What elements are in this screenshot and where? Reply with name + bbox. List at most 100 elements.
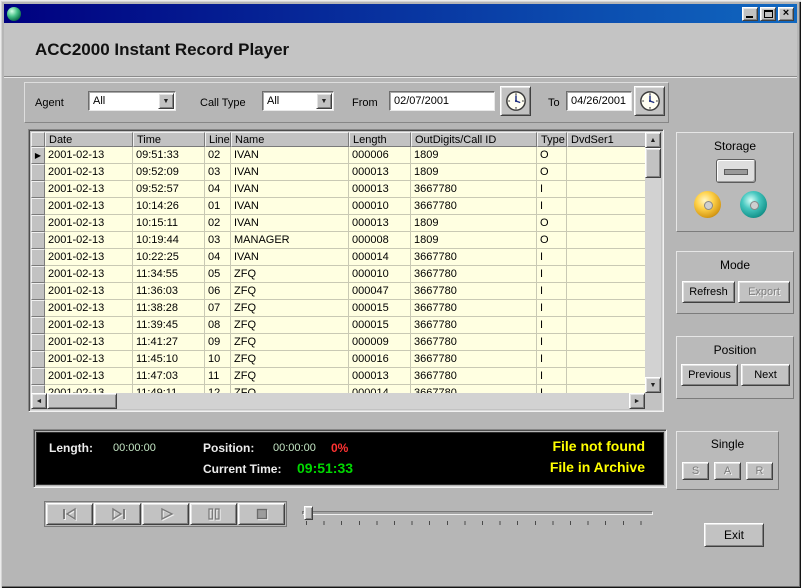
cell[interactable]: 09:52:09 xyxy=(133,164,205,181)
skip-end-button[interactable] xyxy=(94,503,141,525)
agent-select[interactable]: All ▼ xyxy=(88,91,176,111)
cell[interactable]: 05 xyxy=(205,266,231,283)
cell[interactable]: IVAN xyxy=(231,249,349,266)
cell[interactable] xyxy=(567,181,645,198)
cell[interactable] xyxy=(567,232,645,249)
stop-button[interactable] xyxy=(238,503,285,525)
cell[interactable]: 000010 xyxy=(349,266,411,283)
cell[interactable]: IVAN xyxy=(231,181,349,198)
table-row[interactable]: 2001-02-1311:49:1112ZFQ0000143667780I xyxy=(31,385,645,393)
minimize-button[interactable] xyxy=(742,7,758,21)
scroll-up-button[interactable]: ▲ xyxy=(645,132,661,148)
maximize-button[interactable] xyxy=(760,7,776,21)
row-selector[interactable] xyxy=(31,181,45,198)
pause-button[interactable] xyxy=(190,503,237,525)
cell[interactable] xyxy=(567,317,645,334)
cell[interactable]: 10 xyxy=(205,351,231,368)
cell[interactable]: 03 xyxy=(205,164,231,181)
table-row[interactable]: 2001-02-1311:36:0306ZFQ0000473667780I xyxy=(31,283,645,300)
cell[interactable]: 04 xyxy=(205,181,231,198)
scroll-right-button[interactable]: ► xyxy=(629,393,645,409)
column-header-time[interactable]: Time xyxy=(133,132,205,147)
cell[interactable]: 11:49:11 xyxy=(133,385,205,393)
cell[interactable]: O xyxy=(537,147,567,164)
call-type-dropdown-button[interactable]: ▼ xyxy=(316,93,332,109)
cell[interactable]: ZFQ xyxy=(231,368,349,385)
cell[interactable] xyxy=(567,147,645,164)
column-header-outdigits[interactable]: OutDigits/Call ID xyxy=(411,132,537,147)
cell[interactable]: 09:52:57 xyxy=(133,181,205,198)
cell[interactable]: 06 xyxy=(205,283,231,300)
cell[interactable]: I xyxy=(537,334,567,351)
cell[interactable]: 04 xyxy=(205,249,231,266)
cell[interactable]: 2001-02-13 xyxy=(45,317,133,334)
cell[interactable]: I xyxy=(537,385,567,393)
column-header-type[interactable]: Type xyxy=(537,132,567,147)
table-row[interactable]: 2001-02-1310:15:1102IVAN0000131809O xyxy=(31,215,645,232)
table-row[interactable]: 2001-02-1311:47:0311ZFQ0000133667780I xyxy=(31,368,645,385)
cell[interactable]: 2001-02-13 xyxy=(45,147,133,164)
cell[interactable]: I xyxy=(537,283,567,300)
cell[interactable]: 03 xyxy=(205,232,231,249)
cell[interactable]: 02 xyxy=(205,147,231,164)
cell[interactable]: 000014 xyxy=(349,249,411,266)
cd-disc-icon[interactable] xyxy=(694,191,721,218)
cell[interactable]: ZFQ xyxy=(231,283,349,300)
cell[interactable]: 2001-02-13 xyxy=(45,283,133,300)
cell[interactable]: 000008 xyxy=(349,232,411,249)
vertical-scrollbar[interactable]: ▲ ▼ xyxy=(645,132,661,393)
horizontal-scrollbar-thumb[interactable] xyxy=(47,393,117,409)
cell[interactable]: O xyxy=(537,164,567,181)
cell[interactable]: 000047 xyxy=(349,283,411,300)
cell[interactable]: 10:14:26 xyxy=(133,198,205,215)
column-header-date[interactable]: Date xyxy=(45,132,133,147)
cell[interactable]: ZFQ xyxy=(231,266,349,283)
from-calendar-button[interactable] xyxy=(500,86,531,116)
cell[interactable]: 1809 xyxy=(411,215,537,232)
cell[interactable]: I xyxy=(537,198,567,215)
horizontal-scrollbar[interactable]: ◄ ► xyxy=(31,393,645,409)
cell[interactable]: 1809 xyxy=(411,164,537,181)
cell[interactable]: 2001-02-13 xyxy=(45,232,133,249)
cell[interactable]: 3667780 xyxy=(411,351,537,368)
scroll-left-button[interactable]: ◄ xyxy=(31,393,47,409)
cell[interactable]: 09:51:33 xyxy=(133,147,205,164)
column-header-name[interactable]: Name xyxy=(231,132,349,147)
cell[interactable]: 3667780 xyxy=(411,385,537,393)
row-selector[interactable] xyxy=(31,164,45,181)
cell[interactable]: 11 xyxy=(205,368,231,385)
row-selector[interactable] xyxy=(31,385,45,393)
cell[interactable]: 11:47:03 xyxy=(133,368,205,385)
cell[interactable]: 3667780 xyxy=(411,368,537,385)
agent-dropdown-button[interactable]: ▼ xyxy=(158,93,174,109)
cell[interactable]: 11:39:45 xyxy=(133,317,205,334)
cell[interactable]: 3667780 xyxy=(411,283,537,300)
cell[interactable]: 000016 xyxy=(349,351,411,368)
grid-viewport[interactable]: Date Time Line Name Length OutDigits/Cal… xyxy=(31,132,645,393)
cell[interactable]: 09 xyxy=(205,334,231,351)
cell[interactable]: 3667780 xyxy=(411,334,537,351)
seek-slider[interactable] xyxy=(297,502,658,526)
cell[interactable]: 07 xyxy=(205,300,231,317)
cell[interactable]: 11:36:03 xyxy=(133,283,205,300)
cell[interactable]: 2001-02-13 xyxy=(45,181,133,198)
row-selector[interactable] xyxy=(31,334,45,351)
cell[interactable]: 08 xyxy=(205,317,231,334)
cell[interactable]: 2001-02-13 xyxy=(45,266,133,283)
row-selector[interactable] xyxy=(31,215,45,232)
cell[interactable]: 3667780 xyxy=(411,300,537,317)
refresh-button[interactable]: Refresh xyxy=(682,281,735,303)
table-row[interactable]: 2001-02-1311:38:2807ZFQ0000153667780I xyxy=(31,300,645,317)
column-header-dvdser1[interactable]: DvdSer1 xyxy=(567,132,645,147)
slider-track[interactable] xyxy=(302,511,653,515)
from-date-field[interactable]: 02/07/2001 xyxy=(389,91,495,111)
cell[interactable]: O xyxy=(537,215,567,232)
cell[interactable]: 2001-02-13 xyxy=(45,215,133,232)
export-button[interactable]: Export xyxy=(738,281,790,303)
to-date-field[interactable]: 04/26/2001 xyxy=(566,91,632,111)
exit-button[interactable]: Exit xyxy=(704,523,764,547)
cell[interactable]: IVAN xyxy=(231,147,349,164)
cell[interactable]: 3667780 xyxy=(411,266,537,283)
column-header-length[interactable]: Length xyxy=(349,132,411,147)
row-selector[interactable] xyxy=(31,368,45,385)
